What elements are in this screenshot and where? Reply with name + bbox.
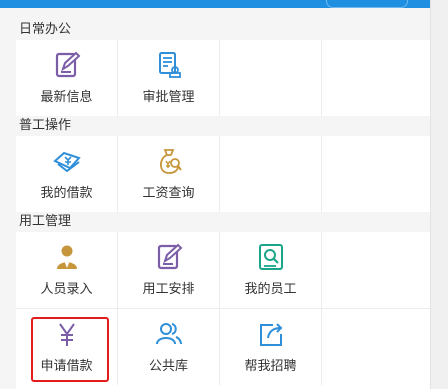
menu-item-latest-info[interactable]: 最新信息 [16, 40, 118, 116]
empty-cell [220, 40, 322, 116]
section-title-daily-office: 日常办公 [0, 20, 430, 40]
person-icon [52, 242, 82, 272]
grid-daily-office: 最新信息 审批管理 [16, 40, 430, 116]
menu-item-apply-loan[interactable]: 申请借款 [16, 309, 118, 385]
menu-item-salary-query[interactable]: 工资查询 [118, 136, 220, 212]
grid-worker-operations: 我的借款 工资查询 [16, 136, 430, 212]
edit-note-icon [52, 50, 82, 80]
menu-item-work-arrangement[interactable]: 用工安排 [118, 232, 220, 308]
menu-item-label: 最新信息 [40, 90, 93, 105]
yen-icon [52, 319, 82, 349]
section-title-employment-management: 用工管理 [0, 212, 430, 232]
loan-cash-icon [52, 146, 82, 176]
menu-item-label: 人员录入 [40, 282, 93, 297]
grid-row: 申请借款 公共库 帮我招聘 [16, 309, 430, 385]
approval-document-icon [154, 50, 184, 80]
empty-cell [322, 40, 430, 116]
edit-note-icon [154, 242, 184, 272]
menu-item-my-employees[interactable]: 我的员工 [220, 232, 322, 308]
menu-item-label: 我的员工 [244, 282, 297, 297]
search-employee-icon [256, 242, 286, 272]
menu-item-label: 公共库 [148, 359, 188, 374]
users-icon [154, 319, 184, 349]
top-bar [0, 0, 430, 8]
menu-item-label: 审批管理 [142, 90, 195, 105]
menu-item-approval-management[interactable]: 审批管理 [118, 40, 220, 116]
menu-item-public-library[interactable]: 公共库 [118, 309, 220, 385]
menu-item-label: 我的借款 [40, 186, 93, 201]
menu-item-help-recruit[interactable]: 帮我招聘 [220, 309, 322, 385]
menu-item-label: 帮我招聘 [244, 359, 297, 374]
menu-item-label: 用工安排 [142, 282, 195, 297]
share-icon [256, 319, 286, 349]
menu-item-my-loans[interactable]: 我的借款 [16, 136, 118, 212]
grid-row: 人员录入 用工安排 我的员工 [16, 232, 430, 308]
salary-bag-search-icon [154, 146, 184, 176]
menu-item-personnel-entry[interactable]: 人员录入 [16, 232, 118, 308]
empty-cell [322, 136, 430, 212]
empty-cell [322, 232, 430, 308]
section-title-worker-operations: 普工操作 [0, 116, 430, 136]
top-bar-pill [326, 0, 408, 8]
menu-item-label: 工资查询 [142, 186, 195, 201]
grid-employment-management: 人员录入 用工安排 我的员工 申请借款 公共库 帮我招聘 [16, 232, 430, 389]
empty-cell [220, 136, 322, 212]
empty-cell [322, 309, 430, 385]
menu-item-label: 申请借款 [40, 359, 93, 374]
app-page: 日常办公 最新信息 审批管理 普工操作 我的借款 工资查询 用工管理 人员录入 … [0, 0, 431, 389]
